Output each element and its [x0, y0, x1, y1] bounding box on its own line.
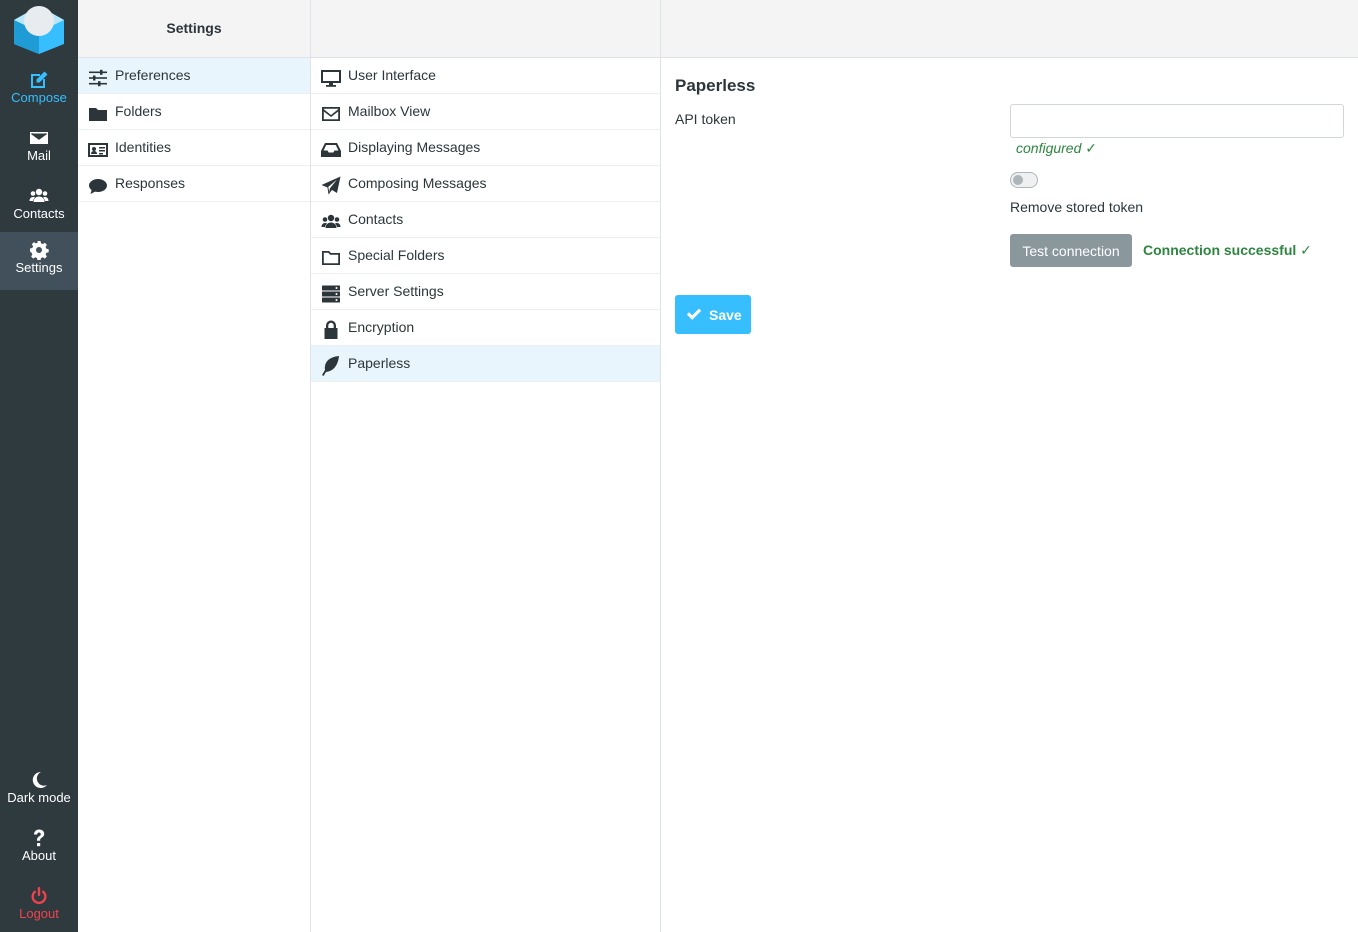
settings-sections-panel: Settings Preferences Folders Identities … [78, 0, 311, 932]
test-connection-button[interactable]: Test connection [1010, 234, 1132, 267]
pref-item-label: Mailbox View [348, 103, 431, 119]
pref-item-label: Encryption [348, 319, 415, 335]
pref-item-label: Composing Messages [348, 175, 487, 191]
pref-item-label: Special Folders [348, 247, 445, 263]
page-title: Paperless [675, 76, 756, 95]
folder-icon [88, 102, 108, 122]
users-icon [321, 210, 341, 230]
nav-dark-mode[interactable]: Dark mode [0, 762, 78, 820]
section-item-identities[interactable]: Identities [78, 130, 310, 166]
toggle-knob [1013, 175, 1023, 185]
comment-icon [88, 174, 108, 194]
pref-item-label: User Interface [348, 67, 436, 83]
pref-item-paperless[interactable]: Paperless [311, 346, 660, 382]
nav-dark-mode-label: Dark mode [7, 790, 71, 805]
remove-token-toggle[interactable] [1010, 172, 1038, 188]
pref-item-user-interface[interactable]: User Interface [311, 58, 660, 94]
power-icon [0, 878, 78, 905]
pref-item-mailbox-view[interactable]: Mailbox View [311, 94, 660, 130]
nav-about-label: About [22, 848, 56, 863]
nav-compose-label: Compose [11, 90, 67, 105]
check-icon [685, 305, 703, 323]
envelope-icon [321, 102, 341, 122]
question-icon [0, 820, 78, 847]
connection-status: Connection successful ✓ [1143, 242, 1312, 258]
nav-about[interactable]: About [0, 820, 78, 878]
moon-icon [0, 762, 78, 788]
pref-item-special-folders[interactable]: Special Folders [311, 238, 660, 274]
section-item-folders[interactable]: Folders [78, 94, 310, 130]
nav-mail[interactable]: Mail [0, 120, 78, 178]
nav-compose[interactable]: Compose [0, 62, 78, 120]
paper-plane-icon [321, 174, 341, 195]
nav-mail-label: Mail [27, 148, 51, 163]
pref-item-composing-messages[interactable]: Composing Messages [311, 166, 660, 202]
preferences-list-panel: User Interface Mailbox View Displaying M… [311, 0, 661, 932]
pref-item-displaying-messages[interactable]: Displaying Messages [311, 130, 660, 166]
section-item-label: Responses [115, 175, 186, 191]
configured-note: configured ✓ [1016, 140, 1097, 156]
content-header [661, 0, 1358, 58]
sliders-icon [88, 66, 108, 87]
users-icon [0, 178, 78, 202]
save-button-label: Save [709, 306, 742, 323]
pref-item-encryption[interactable]: Encryption [311, 310, 660, 346]
envelope-icon [0, 120, 78, 144]
inbox-icon [321, 138, 341, 158]
pref-item-label: Paperless [348, 355, 411, 371]
preferences-header [311, 0, 660, 58]
pref-item-contacts[interactable]: Contacts [311, 202, 660, 238]
section-item-label: Preferences [115, 67, 191, 83]
app-logo [12, 4, 66, 56]
section-item-label: Identities [115, 139, 172, 155]
pref-item-label: Displaying Messages [348, 139, 481, 155]
nav-settings[interactable]: Settings [0, 232, 78, 290]
server-icon [321, 282, 341, 303]
save-button[interactable]: Save [675, 295, 751, 334]
compose-icon [0, 62, 78, 88]
paperless-settings-panel: Paperless API token configured ✓ Remove … [661, 0, 1358, 932]
section-item-preferences[interactable]: Preferences [78, 58, 310, 94]
leaf-icon [321, 354, 341, 376]
section-item-responses[interactable]: Responses [78, 166, 310, 202]
nav-logout[interactable]: Logout [0, 878, 78, 932]
pref-item-server-settings[interactable]: Server Settings [311, 274, 660, 310]
api-token-label: API token [675, 111, 736, 127]
app-nav-rail: Compose Mail Contacts Settings Dark mode… [0, 0, 78, 932]
folder-open-icon [321, 246, 341, 266]
nav-contacts-label: Contacts [13, 206, 65, 221]
pref-item-label: Server Settings [348, 283, 444, 299]
nav-settings-label: Settings [15, 260, 63, 275]
lock-icon [321, 318, 341, 339]
gear-icon [0, 232, 78, 261]
pref-item-label: Contacts [348, 211, 404, 227]
desktop-icon [321, 66, 341, 87]
nav-logout-label: Logout [19, 906, 59, 921]
nav-contacts[interactable]: Contacts [0, 178, 78, 236]
settings-header: Settings [78, 0, 310, 58]
id-card-icon [88, 138, 108, 158]
remove-token-label: Remove stored token [1010, 199, 1144, 215]
section-item-label: Folders [115, 103, 162, 119]
api-token-input[interactable] [1010, 104, 1344, 138]
